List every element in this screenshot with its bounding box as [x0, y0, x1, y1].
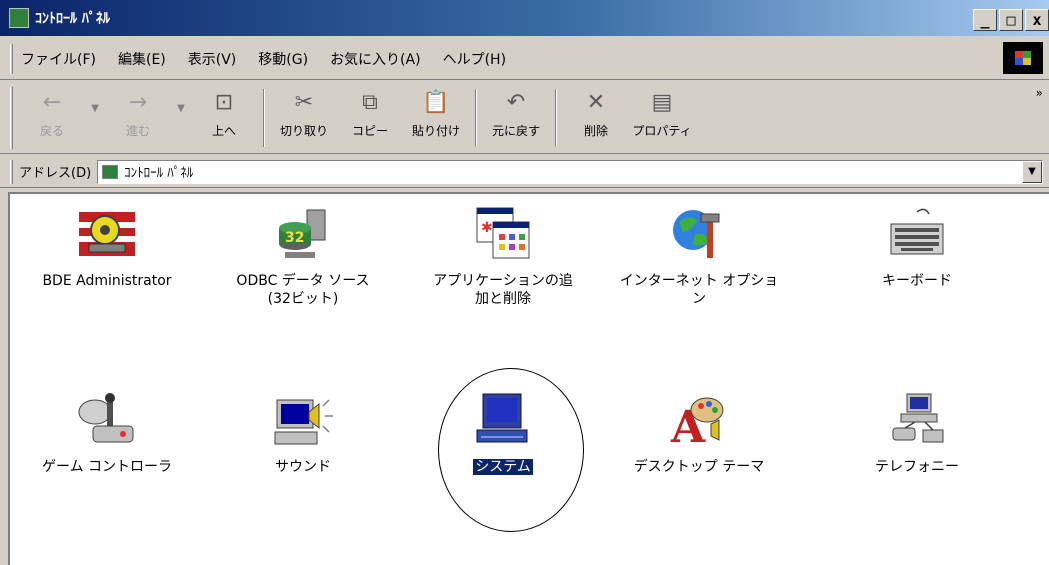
- control-panel-window: ｺﾝﾄﾛｰﾙ ﾊﾟﾈﾙ _ □ x ファイル(F) 編集(E) 表示(V) 移動…: [0, 0, 1049, 565]
- bde-administrator-icon: [79, 212, 135, 256]
- item-keyboard[interactable]: キーボード: [822, 204, 1012, 290]
- back-label: 戻る: [39, 123, 64, 138]
- window-title: ｺﾝﾄﾛｰﾙ ﾊﾟﾈﾙ: [35, 11, 110, 27]
- item-bde-administrator[interactable]: BDE Administrator: [12, 204, 202, 290]
- address-value: ｺﾝﾄﾛｰﾙ ﾊﾟﾈﾙ: [124, 166, 194, 181]
- item-label: アプリケーションの追 加と削除: [433, 273, 573, 307]
- window-controls: _ □ x: [973, 9, 1049, 31]
- item-label: BDE Administrator: [42, 273, 172, 289]
- properties-label: プロパティ: [632, 123, 692, 138]
- up-button[interactable]: ⊡ 上へ: [191, 86, 257, 150]
- undo-icon: ↶: [506, 89, 526, 115]
- item-odbc-data-source[interactable]: 32 ODBC データ ソース (32ビット): [208, 204, 398, 308]
- delete-label: 削除: [583, 123, 608, 138]
- delete-icon: ✕: [586, 89, 606, 115]
- address-input[interactable]: ｺﾝﾄﾛｰﾙ ﾊﾟﾈﾙ ▼: [97, 159, 1043, 184]
- forward-button[interactable]: → 進む: [105, 86, 171, 150]
- toolbar-separator: [475, 88, 477, 147]
- telephony-icon: [892, 393, 944, 443]
- svg-text:32: 32: [285, 230, 304, 246]
- copy-label: コピー: [351, 123, 388, 138]
- svg-text:✱: ✱: [481, 220, 493, 236]
- close-button[interactable]: x: [1025, 9, 1049, 31]
- delete-button[interactable]: ✕ 削除: [563, 86, 629, 150]
- maximize-button[interactable]: □: [999, 9, 1023, 31]
- forward-dropdown-icon[interactable]: ▼: [171, 103, 191, 114]
- back-button[interactable]: ← 戻る: [19, 86, 85, 150]
- odbc-data-source-icon: 32: [279, 209, 326, 258]
- menu-go[interactable]: 移動(G): [258, 49, 308, 69]
- address-grip[interactable]: [10, 159, 13, 184]
- item-label: ゲーム コントローラ: [41, 459, 173, 475]
- properties-icon: ▤: [651, 89, 673, 115]
- menu-help[interactable]: ヘルプ(H): [443, 49, 506, 69]
- forward-label: 進む: [125, 123, 150, 138]
- item-label: サウンド: [275, 459, 331, 475]
- scissors-icon: ✂: [294, 89, 314, 115]
- toolbar-overflow-chevron-icon[interactable]: »: [1036, 86, 1043, 100]
- item-add-remove-programs[interactable]: ✱ アプリケーションの追 加と削除: [408, 204, 598, 308]
- windows-logo-icon: [1003, 42, 1043, 74]
- copy-icon: ⧉: [362, 89, 378, 115]
- item-label: ODBC データ ソース (32ビット): [236, 273, 370, 307]
- back-dropdown-icon[interactable]: ▼: [85, 103, 105, 114]
- item-label: インターネット オプショ ン: [619, 273, 779, 307]
- copy-button[interactable]: ⧉ コピー: [337, 86, 403, 150]
- address-label: アドレス(D): [19, 166, 92, 181]
- paste-icon: 📋: [422, 89, 450, 115]
- standard-toolbar: ← 戻る ▼ → 進む ▼ ⊡ 上へ ✂ 切り取り ⧉ コピー 📋 貼り付け ↶: [0, 82, 1049, 154]
- menu-file[interactable]: ファイル(F): [21, 49, 96, 69]
- minimize-button[interactable]: _: [973, 9, 997, 31]
- up-folder-icon: ⊡: [214, 89, 234, 115]
- menu-bar: ファイル(F) 編集(E) 表示(V) 移動(G) お気に入り(A) ヘルプ(H…: [0, 38, 1049, 80]
- toolbar-grip[interactable]: [10, 86, 13, 149]
- toolbar-separator: [263, 88, 265, 147]
- item-game-controller[interactable]: ゲーム コントローラ: [12, 390, 202, 476]
- item-label: デスクトップ テーマ: [633, 459, 765, 475]
- paste-button[interactable]: 📋 貼り付け: [403, 86, 469, 150]
- item-desktop-theme[interactable]: A デスクトップ テーマ: [604, 390, 794, 476]
- paste-label: 貼り付け: [411, 123, 460, 138]
- sound-icon: [274, 399, 333, 445]
- highlight-circle: [438, 368, 584, 532]
- toolbar-separator: [555, 88, 557, 147]
- internet-options-icon: [673, 210, 720, 258]
- item-internet-options[interactable]: インターネット オプショ ン: [604, 204, 794, 308]
- control-panel-icon: [9, 8, 29, 28]
- up-label: 上へ: [211, 123, 236, 138]
- control-panel-items: BDE Administrator 32 ODBC データ ソース (32ビット…: [8, 192, 1049, 565]
- desktop-theme-icon: A: [670, 397, 724, 450]
- address-bar: アドレス(D) ｺﾝﾄﾛｰﾙ ﾊﾟﾈﾙ ▼: [0, 156, 1049, 188]
- back-arrow-icon: ←: [42, 89, 62, 115]
- address-dropdown-icon[interactable]: ▼: [1022, 160, 1042, 183]
- menu-edit[interactable]: 編集(E): [118, 49, 166, 69]
- cut-label: 切り取り: [279, 123, 328, 138]
- cut-button[interactable]: ✂ 切り取り: [271, 86, 337, 150]
- item-label: キーボード: [882, 273, 952, 289]
- game-controller-icon: [78, 393, 134, 443]
- menu-grip[interactable]: [10, 43, 13, 74]
- keyboard-icon: [890, 208, 944, 255]
- title-bar[interactable]: ｺﾝﾄﾛｰﾙ ﾊﾟﾈﾙ _ □ x: [0, 0, 1049, 36]
- menu-favorites[interactable]: お気に入り(A): [330, 49, 421, 69]
- item-telephony[interactable]: テレフォニー: [822, 390, 1012, 476]
- item-label: テレフォニー: [875, 459, 959, 475]
- forward-arrow-icon: →: [128, 89, 148, 115]
- menu-view[interactable]: 表示(V): [188, 49, 237, 69]
- item-sound[interactable]: サウンド: [208, 390, 398, 476]
- undo-label: 元に戻す: [491, 123, 540, 138]
- properties-button[interactable]: ▤ プロパティ: [629, 86, 695, 150]
- control-panel-icon: [102, 164, 119, 179]
- undo-button[interactable]: ↶ 元に戻す: [483, 86, 549, 150]
- add-remove-programs-icon: ✱: [476, 207, 530, 259]
